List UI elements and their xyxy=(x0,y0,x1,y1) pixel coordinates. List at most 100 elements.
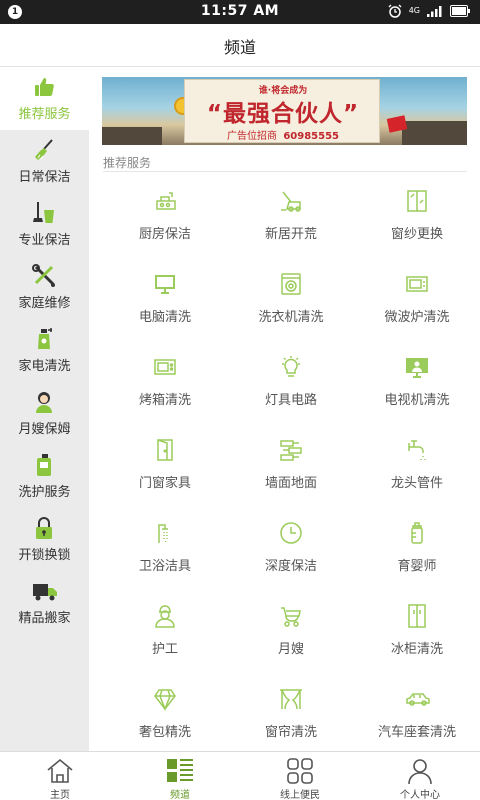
service-freezer-cleaning[interactable]: 冰柜清洗 xyxy=(354,594,480,677)
stroller-icon xyxy=(279,604,303,628)
baby-bottle-icon xyxy=(405,521,429,545)
oven-icon xyxy=(153,355,177,379)
service-label: 烤箱清洗 xyxy=(138,393,191,408)
service-label: 深度保洁 xyxy=(264,559,317,574)
service-door-window-furniture[interactable]: 门窗家具 xyxy=(102,428,228,511)
service-label: 育婴师 xyxy=(397,559,437,574)
bottom-tab-bar: 主页 频道 线上便民 个人中心 xyxy=(0,751,480,800)
broom-icon xyxy=(32,138,56,162)
service-label: 电脑清洗 xyxy=(138,310,191,325)
page-title: 频道 xyxy=(223,38,256,57)
service-curtain-cleaning[interactable]: 窗帘清洗 xyxy=(228,677,354,760)
sidebar-item-moving[interactable]: 精品搬家 xyxy=(0,571,89,634)
person-icon xyxy=(406,757,434,785)
sidebar-item-home-repair[interactable]: 家庭维修 xyxy=(0,256,89,319)
service-label: 月嫂 xyxy=(277,642,304,657)
service-caregiver[interactable]: 护工 xyxy=(102,594,228,677)
car-icon xyxy=(405,687,430,711)
sidebar-item-pro-cleaning[interactable]: 专业保洁 xyxy=(0,193,89,256)
sidebar-item-daily-cleaning[interactable]: 日常保洁 xyxy=(0,130,89,193)
banner-headline: “最强合伙人” xyxy=(206,101,360,127)
truck-icon xyxy=(32,579,57,603)
service-window-screen[interactable]: 窗纱更换 xyxy=(354,179,480,262)
service-label: 卫浴洁具 xyxy=(138,559,191,574)
service-maternity-nurse[interactable]: 月嫂 xyxy=(228,594,354,677)
service-label: 墙面地面 xyxy=(264,476,317,491)
service-washer-cleaning[interactable]: 洗衣机清洗 xyxy=(228,262,354,345)
door-icon xyxy=(153,438,177,462)
sidebar-item-label: 洗护服务 xyxy=(18,485,71,500)
tab-channel[interactable]: 频道 xyxy=(120,752,240,800)
service-tv-cleaning[interactable]: 电视机清洗 xyxy=(354,345,480,428)
service-faucet-pipes[interactable]: 龙头管件 xyxy=(354,428,480,511)
service-label: 冰柜清洗 xyxy=(390,642,443,657)
service-deep-cleaning[interactable]: 深度保洁 xyxy=(228,511,354,594)
service-microwave-cleaning[interactable]: 微波炉清洗 xyxy=(354,262,480,345)
service-label: 洗衣机清洗 xyxy=(258,310,324,325)
service-label: 汽车座套清洗 xyxy=(377,725,456,740)
sidebar-item-label: 精品搬家 xyxy=(18,611,71,626)
banner-phone: 60985555 xyxy=(283,131,340,142)
battery-icon xyxy=(450,5,470,17)
status-icons: 4G xyxy=(388,4,470,18)
app-header: 频道 xyxy=(0,24,480,67)
microwave-icon xyxy=(405,272,429,296)
nanny-icon xyxy=(32,390,56,414)
service-label: 奢包精洗 xyxy=(138,725,191,740)
service-computer-cleaning[interactable]: 电脑清洗 xyxy=(102,262,228,345)
service-new-home-cleaning[interactable]: 新居开荒 xyxy=(228,179,354,262)
spray-bottle-icon xyxy=(32,327,56,351)
banner-sign: 谁·将会成为 “最强合伙人” 广告位招商 60985555 xyxy=(184,79,380,143)
diamond-icon xyxy=(153,687,177,711)
service-kitchen-cleaning[interactable]: 厨房保洁 xyxy=(102,179,228,262)
service-infant-care[interactable]: 育婴师 xyxy=(354,511,480,594)
washing-machine-icon xyxy=(279,272,303,296)
sidebar-item-locksmith[interactable]: 开锁换锁 xyxy=(0,508,89,571)
sidebar-item-nanny[interactable]: 月嫂保姆 xyxy=(0,382,89,445)
tv-icon xyxy=(405,355,429,379)
tab-home[interactable]: 主页 xyxy=(0,752,120,800)
tab-profile[interactable]: 个人中心 xyxy=(360,752,480,800)
section-divider xyxy=(103,171,467,172)
service-luxury-bag-cleaning[interactable]: 奢包精洗 xyxy=(102,677,228,760)
promo-banner[interactable]: 谁·将会成为 “最强合伙人” 广告位招商 60985555 xyxy=(102,77,467,145)
banner-city-right xyxy=(402,121,467,145)
sidebar-item-label: 日常保洁 xyxy=(18,170,71,185)
wrench-screwdriver-icon xyxy=(32,264,56,288)
tab-label: 频道 xyxy=(170,790,190,800)
tab-label: 主页 xyxy=(50,790,70,800)
sidebar-item-label: 专业保洁 xyxy=(18,233,71,248)
sidebar-item-label: 月嫂保姆 xyxy=(18,422,71,437)
tab-online-services[interactable]: 线上便民 xyxy=(240,752,360,800)
light-bulb-icon xyxy=(279,355,303,379)
tab-label: 线上便民 xyxy=(280,790,320,800)
service-label: 微波炉清洗 xyxy=(384,310,450,325)
service-label: 护工 xyxy=(151,642,178,657)
tab-label: 个人中心 xyxy=(400,790,440,800)
sidebar-item-recommended[interactable]: 推荐服务 xyxy=(0,67,89,130)
service-label: 窗纱更换 xyxy=(390,227,443,242)
sidebar-item-appliance-cleaning[interactable]: 家电清洗 xyxy=(0,319,89,382)
sidebar-item-laundry[interactable]: 洗护服务 xyxy=(0,445,89,508)
service-car-seat-cleaning[interactable]: 汽车座套清洗 xyxy=(354,677,480,760)
lock-icon xyxy=(32,516,56,540)
service-wall-floor[interactable]: 墙面地面 xyxy=(228,428,354,511)
service-oven-cleaning[interactable]: 烤箱清洗 xyxy=(102,345,228,428)
service-lighting-circuit[interactable]: 灯具电路 xyxy=(228,345,354,428)
faucet-icon xyxy=(405,438,429,462)
service-label: 新居开荒 xyxy=(264,227,317,242)
sidebar-item-label: 家电清洗 xyxy=(18,359,71,374)
service-label: 窗帘清洗 xyxy=(264,725,317,740)
window-icon xyxy=(405,189,429,213)
range-hood-icon xyxy=(153,189,177,213)
service-bathroom-fixtures[interactable]: 卫浴洁具 xyxy=(102,511,228,594)
service-label: 厨房保洁 xyxy=(138,227,191,242)
caregiver-icon xyxy=(153,604,177,628)
detergent-icon xyxy=(32,453,56,477)
sidebar-item-label: 家庭维修 xyxy=(18,296,71,311)
curtain-icon xyxy=(279,687,303,711)
fridge-icon xyxy=(405,604,429,628)
home-icon xyxy=(46,757,74,785)
grid-icon xyxy=(286,757,314,785)
service-label: 电视机清洗 xyxy=(384,393,450,408)
